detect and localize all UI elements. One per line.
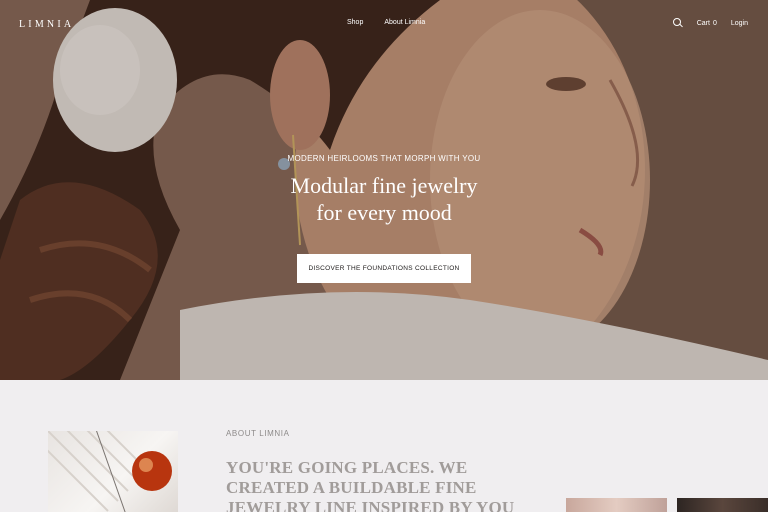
about-image — [48, 431, 178, 512]
product-thumbnail[interactable] — [566, 498, 667, 512]
jewelry-photo — [48, 431, 172, 512]
hero-banner: LIMNIA Shop About Limnia Cart 0 Login MO… — [0, 0, 768, 380]
hero-headline: Modular fine jewelry for every mood — [0, 172, 768, 226]
logo[interactable]: LIMNIA — [19, 19, 74, 30]
cart-count: 0 — [712, 19, 717, 27]
login-link[interactable]: Login — [731, 20, 748, 27]
nav-link-shop[interactable]: Shop — [347, 19, 363, 26]
cart-label: Cart — [696, 19, 710, 27]
main-nav: Shop About Limnia — [347, 19, 425, 26]
nav-link-about[interactable]: About Limnia — [384, 19, 425, 26]
product-thumbnail[interactable] — [677, 498, 768, 512]
about-label: ABOUT LIMNIA — [226, 429, 290, 438]
nav-utilities: Cart 0 Login — [672, 18, 748, 28]
hero-headline-line2: for every mood — [316, 200, 452, 225]
discover-collection-button[interactable]: DISCOVER THE FOUNDATIONS COLLECTION — [297, 254, 471, 283]
search-icon[interactable] — [672, 18, 683, 28]
about-heading: YOU'RE GOING PLACES. WE CREATED A BUILDA… — [226, 458, 515, 512]
about-section: ABOUT LIMNIA YOU'RE GOING PLACES. WE CRE… — [0, 380, 768, 512]
hero-eyebrow: MODERN HEIRLOOMS THAT MORPH WITH YOU — [287, 154, 481, 163]
hero-headline-line1: Modular fine jewelry — [290, 173, 478, 198]
cart-link[interactable]: Cart 0 — [697, 20, 717, 27]
